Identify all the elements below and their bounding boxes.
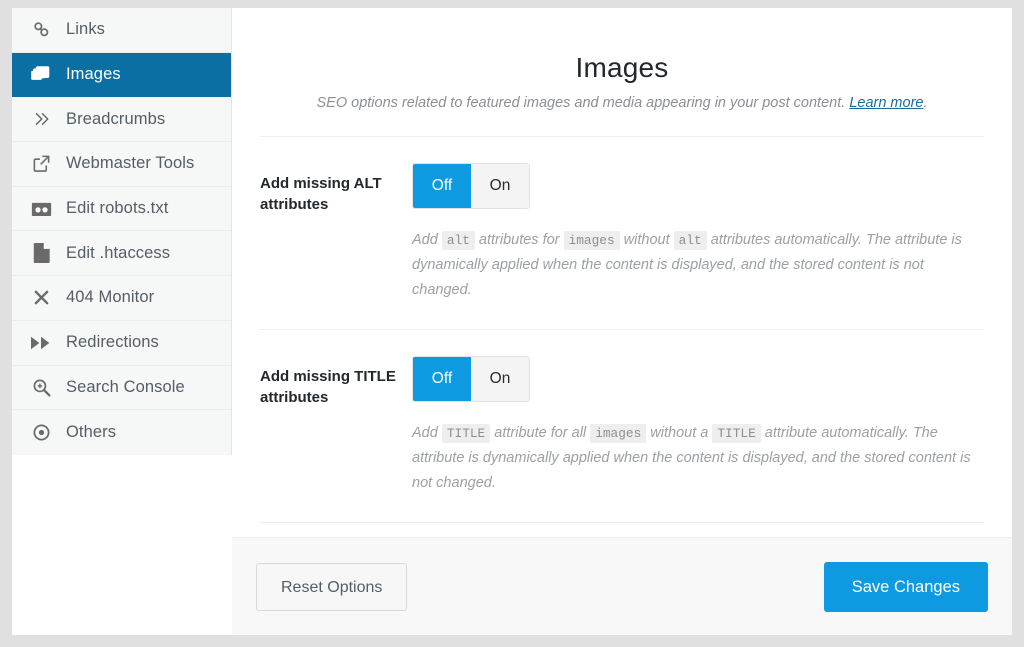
settings-list: Add missing ALT attributes Off On Add alt a…: [260, 137, 984, 522]
sidebar-item-edit-htaccess[interactable]: Edit .htaccess: [12, 231, 231, 277]
sidebar-item-label: Images: [66, 65, 121, 84]
description-text: Add: [412, 424, 442, 441]
sidebar-item-404-monitor[interactable]: 404 Monitor: [12, 276, 231, 321]
setting-label: Add missing TITLE attributes: [260, 367, 396, 407]
sidebar-item-label: Edit robots.txt: [66, 199, 169, 218]
sidebar-item-breadcrumbs[interactable]: Breadcrumbs: [12, 97, 231, 143]
sidebar-item-label: Search Console: [66, 377, 185, 396]
inline-code: TITLE: [441, 423, 491, 443]
description-text: Add: [412, 232, 442, 248]
page-subtitle-text: SEO options related to featured images a…: [316, 95, 850, 111]
target-dot-icon: [28, 423, 54, 442]
toggle-option-on[interactable]: On: [471, 356, 529, 401]
inline-code: images: [590, 423, 647, 443]
chevrons-right-icon: [28, 110, 54, 128]
description-text: attribute for all: [490, 424, 591, 441]
settings-card: Links Images Breadcrumbs Webmaster Tools Edi…: [12, 8, 1012, 635]
sidebar-item-links[interactable]: Links: [12, 8, 231, 53]
sidebar-item-images[interactable]: Images: [12, 52, 231, 98]
page-title: Images: [575, 52, 669, 83]
settings-content-body: Images SEO options related to featured i…: [232, 8, 1012, 537]
sidebar-item-label: 404 Monitor: [66, 288, 155, 307]
toggle-switch[interactable]: Off On: [412, 355, 530, 402]
page-subtitle-suffix: .: [923, 95, 928, 111]
sidebar-item-label: Edit .htaccess: [66, 243, 171, 262]
description-text: attributes for: [474, 232, 564, 248]
setting-row: Add missing TITLE attributes Off On Add TIT…: [260, 330, 984, 522]
toggle-option-on[interactable]: On: [471, 164, 529, 208]
inline-code: images: [563, 231, 620, 250]
setting-control-group: Off On Add TITLE attribute for all images …: [400, 355, 984, 496]
settings-footer: Reset Options Save Changes: [232, 537, 1012, 635]
links-icon: [28, 20, 54, 39]
description-text: without a: [646, 424, 713, 441]
toggle-option-off[interactable]: Off: [413, 356, 471, 401]
sidebar-item-label: Links: [66, 20, 106, 39]
sidebar-item-search-console[interactable]: Search Console: [12, 365, 231, 411]
sidebar-item-label: Breadcrumbs: [66, 109, 166, 128]
sidebar-item-redirections[interactable]: Redirections: [12, 320, 231, 366]
close-x-icon: [28, 289, 54, 306]
inline-code: alt: [673, 231, 707, 250]
setting-control-group: Off On Add alt attributes for images witho…: [400, 163, 984, 303]
external-link-icon: [28, 154, 54, 173]
setting-description: Add TITLE attribute for all images witho…: [412, 421, 984, 496]
toggle-switch[interactable]: Off On: [412, 163, 530, 209]
settings-content: Images SEO options related to featured i…: [232, 8, 1012, 635]
reset-options-button[interactable]: Reset Options: [256, 562, 408, 611]
fast-forward-icon: [28, 335, 54, 351]
description-text: without: [619, 232, 674, 248]
learn-more-link[interactable]: Learn more: [849, 95, 923, 111]
sidebar-item-label: Webmaster Tools: [66, 154, 195, 173]
save-changes-button[interactable]: Save Changes: [823, 561, 988, 612]
setting-description: Add alt attributes for images without al…: [412, 228, 984, 303]
divider-above-footer: [260, 521, 984, 523]
page-subtitle: SEO options related to featured images a…: [260, 95, 984, 111]
document-icon: [28, 243, 54, 264]
toggle-option-off[interactable]: Off: [413, 164, 471, 208]
setting-label: Add missing ALT attributes: [260, 175, 382, 214]
sidebar-item-webmaster-tools[interactable]: Webmaster Tools: [12, 142, 231, 187]
inline-code: TITLE: [712, 423, 761, 443]
settings-sidebar: Links Images Breadcrumbs Webmaster Tools Edi…: [12, 8, 232, 455]
sidebar-item-label: Redirections: [66, 333, 159, 352]
sidebar-item-label: Others: [66, 423, 117, 442]
sidebar-item-others[interactable]: Others: [12, 410, 231, 455]
images-icon: [28, 65, 54, 84]
robot-icon: [28, 200, 54, 218]
page-background: Links Images Breadcrumbs Webmaster Tools Edi…: [0, 0, 1024, 647]
setting-row: Add missing ALT attributes Off On Add alt a…: [260, 137, 984, 329]
sidebar-item-edit-robots-txt[interactable]: Edit robots.txt: [12, 186, 231, 232]
inline-code: alt: [441, 231, 475, 250]
search-plus-icon: [28, 378, 54, 397]
